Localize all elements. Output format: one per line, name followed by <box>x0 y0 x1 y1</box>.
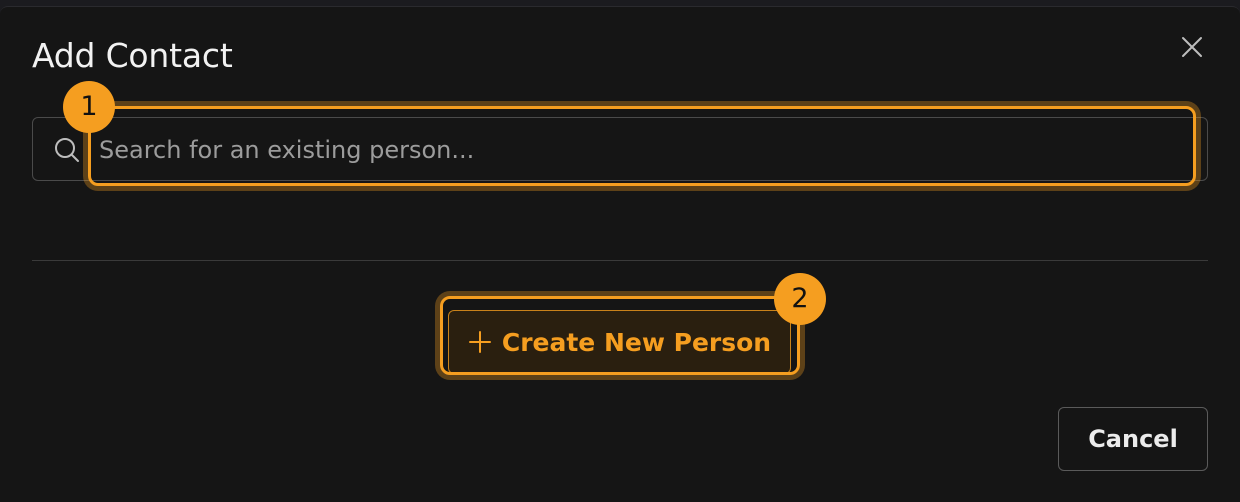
search-box <box>32 117 1208 181</box>
create-new-person-label: Create New Person <box>501 327 772 357</box>
cancel-button[interactable]: Cancel <box>1058 407 1208 471</box>
step-badge-2: 2 <box>774 273 826 325</box>
search-icon <box>55 138 79 162</box>
step-badge-1: 1 <box>63 81 115 133</box>
close-icon <box>1182 37 1202 57</box>
create-new-person-button[interactable]: Create New Person <box>448 310 791 374</box>
plus-icon <box>468 331 491 353</box>
close-button[interactable] <box>1172 27 1212 67</box>
divider <box>32 260 1208 261</box>
dialog-title: Add Contact <box>32 36 233 75</box>
search-input[interactable] <box>95 128 1187 172</box>
add-contact-dialog: Add Contact Create New Person Cancel <box>0 6 1240 502</box>
